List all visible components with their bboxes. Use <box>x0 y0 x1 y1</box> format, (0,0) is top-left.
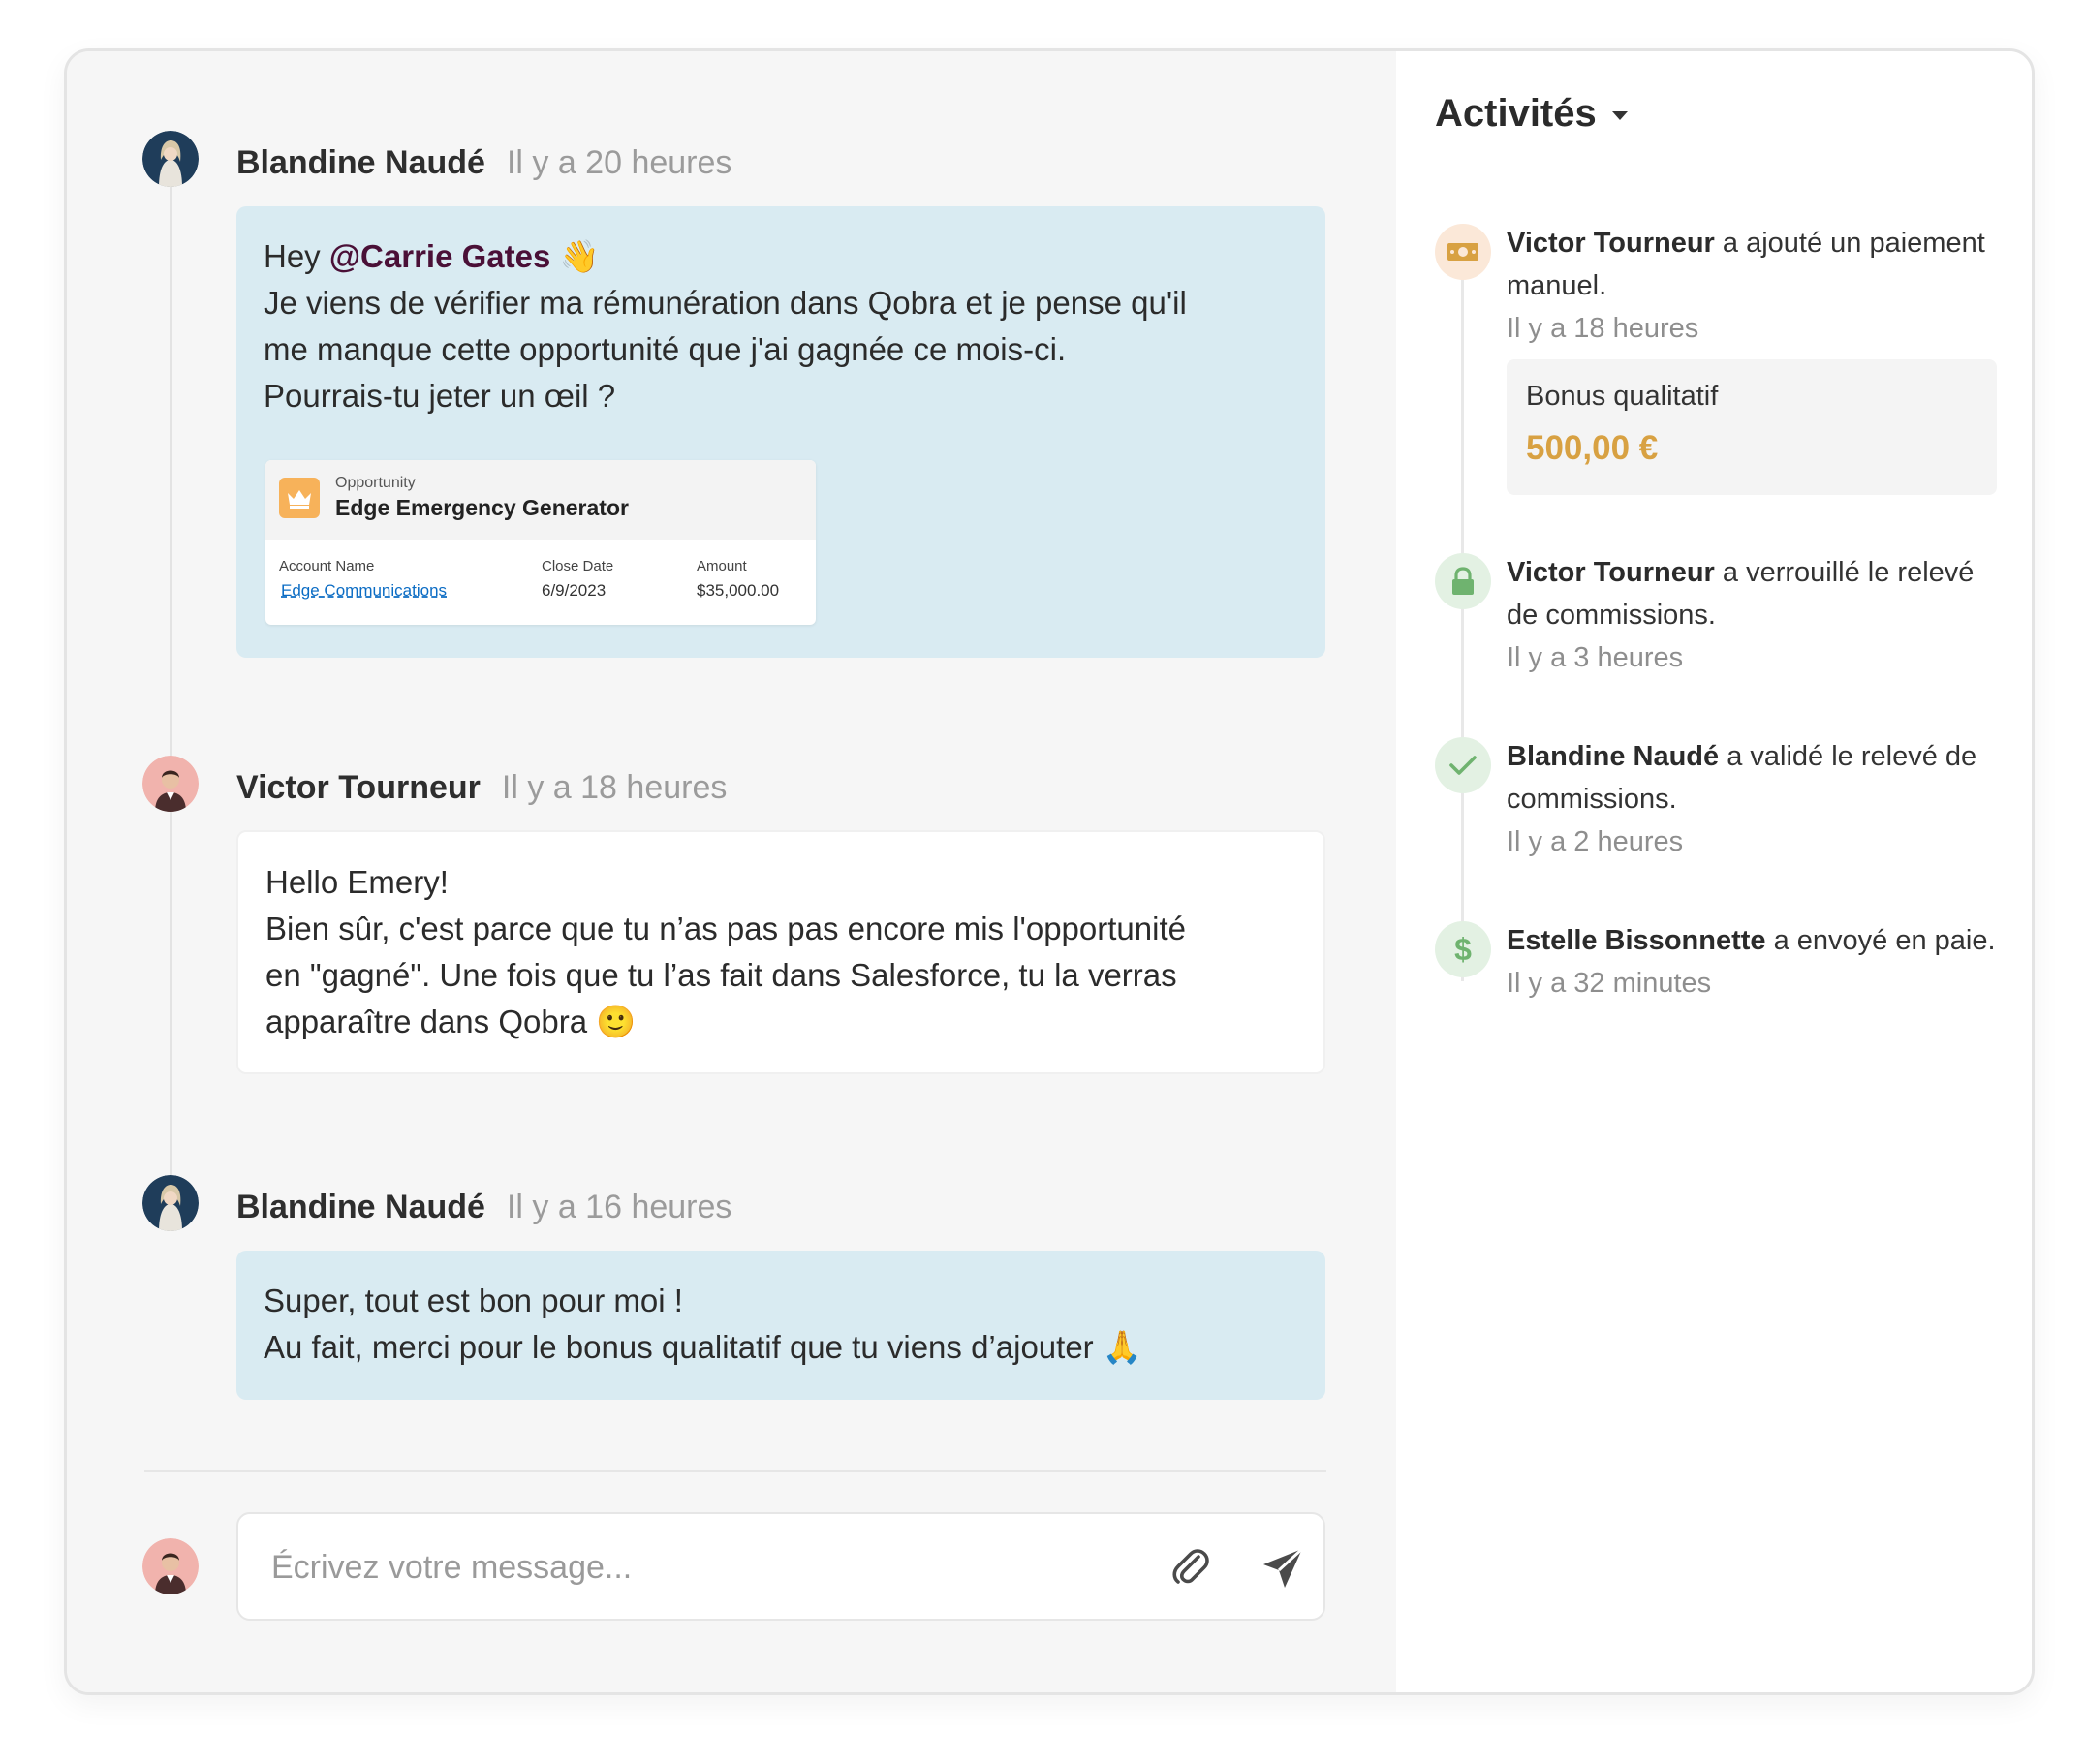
opportunity-type: Opportunity <box>335 475 416 491</box>
activities-title: Activités <box>1435 92 1597 135</box>
message-line: Au fait, merci pour le bonus qualitatif … <box>264 1329 1142 1365</box>
activity-item: Blandine Naudé a validé le relevé de com… <box>1507 735 2010 863</box>
bonus-label: Bonus qualitatif <box>1526 381 1719 412</box>
message-line: Je viens de vérifier ma rémunération dan… <box>264 285 1187 321</box>
message-line: Super, tout est bon pour moi ! <box>264 1283 683 1318</box>
message-author[interactable]: Blandine Naudé <box>236 144 485 182</box>
close-date-label: Close Date <box>542 558 614 574</box>
opportunity-card[interactable]: Opportunity Edge Emergency Generator Acc… <box>265 460 816 625</box>
attach-button[interactable] <box>1167 1543 1215 1592</box>
activity-actor[interactable]: Victor Tourneur <box>1507 228 1715 259</box>
wave-emoji: 👋 <box>559 238 600 274</box>
message-line: Pourrais-tu jeter un œil ? <box>264 378 616 414</box>
mention-link[interactable]: @Carrie Gates <box>329 238 550 274</box>
dollar-icon: $ <box>1435 921 1491 977</box>
activity-item: Victor Tourneur a verrouillé le relevé d… <box>1507 551 2010 679</box>
activity-actor[interactable]: Victor Tourneur <box>1507 557 1715 588</box>
message-author[interactable]: Blandine Naudé <box>236 1189 485 1226</box>
paperclip-icon <box>1172 1549 1209 1584</box>
message-time: Il y a 20 heures <box>506 144 732 181</box>
message-bubble: Hello Emery! Bien sûr, c'est parce que t… <box>236 830 1325 1074</box>
opportunity-name: Edge Emergency Generator <box>335 495 629 520</box>
account-name-link[interactable]: Edge Communications <box>281 580 447 602</box>
message-line: apparaître dans Qobra 🙂 <box>265 1004 637 1039</box>
activity-item: Victor Tourneur a ajouté un paiement man… <box>1507 222 2010 350</box>
conversation-card: Blandine Naudé Il y a 20 heures Hey @Car… <box>64 48 2035 1695</box>
account-name-label: Account Name <box>279 558 375 574</box>
activities-dropdown[interactable]: Activités <box>1435 92 1628 136</box>
activity-time: Il y a 2 heures <box>1507 826 1684 857</box>
lock-icon <box>1435 553 1491 609</box>
thread-line <box>170 185 172 1222</box>
avatar-blandine[interactable] <box>142 131 199 187</box>
message-time: Il y a 16 heures <box>506 1189 732 1225</box>
message-line: Hello Emery! <box>265 864 449 900</box>
amount-label: Amount <box>697 558 747 574</box>
message-line: Hey @Carrie Gates 👋 <box>264 233 1298 280</box>
message-header: Blandine Naudé Il y a 20 heures <box>236 144 731 182</box>
message-line: Bien sûr, c'est parce que tu n’as pas pa… <box>265 911 1186 946</box>
message-line: en "gagné". Une fois que tu l’as fait da… <box>265 957 1177 993</box>
message-header: Victor Tourneur Il y a 18 heures <box>236 769 727 807</box>
amount-value: $35,000.00 <box>697 581 780 600</box>
activity-item: Estelle Bissonnette a envoyé en paie. Il… <box>1507 919 2010 1005</box>
opportunity-header: Opportunity Edge Emergency Generator <box>265 460 816 540</box>
activity-action: a envoyé en paie. <box>1765 925 1996 956</box>
message-bubble: Hey @Carrie Gates 👋 Je viens de vérifier… <box>236 206 1325 658</box>
message-line: me manque cette opportunité que j'ai gag… <box>264 331 1067 367</box>
bonus-card: Bonus qualitatif 500,00 € <box>1507 359 1997 495</box>
message-input[interactable] <box>271 1539 1105 1595</box>
activity-time: Il y a 32 minutes <box>1507 968 1712 999</box>
message-bubble: Super, tout est bon pour moi ! Au fait, … <box>236 1251 1325 1400</box>
activity-actor[interactable]: Blandine Naudé <box>1507 741 1719 772</box>
svg-text:$: $ <box>1454 933 1472 966</box>
avatar-current-user[interactable] <box>142 1538 199 1594</box>
activity-time: Il y a 18 heures <box>1507 313 1699 344</box>
composer-divider <box>144 1470 1326 1472</box>
message-composer <box>236 1512 1325 1621</box>
avatar-blandine[interactable] <box>142 1175 199 1231</box>
bonus-amount: 500,00 € <box>1526 429 1659 467</box>
activity-timeline-line <box>1461 264 1464 981</box>
avatar-victor[interactable] <box>142 756 199 812</box>
chat-panel: Blandine Naudé Il y a 20 heures Hey @Car… <box>67 51 1396 1692</box>
message-author[interactable]: Victor Tourneur <box>236 769 481 807</box>
send-button[interactable] <box>1258 1543 1308 1594</box>
activity-actor[interactable]: Estelle Bissonnette <box>1507 925 1766 956</box>
message-time: Il y a 18 heures <box>501 769 728 806</box>
send-icon <box>1263 1547 1304 1588</box>
activities-panel: Activités Victor Tourneur a ajouté un pa… <box>1396 51 2032 1692</box>
close-date-value: 6/9/2023 <box>542 581 607 600</box>
crown-icon <box>279 478 320 518</box>
money-icon <box>1435 224 1491 280</box>
activity-time: Il y a 3 heures <box>1507 642 1684 673</box>
message-header: Blandine Naudé Il y a 16 heures <box>236 1189 731 1226</box>
greeting-text: Hey <box>264 238 329 274</box>
check-icon <box>1435 737 1491 793</box>
caret-down-icon <box>1611 111 1628 120</box>
